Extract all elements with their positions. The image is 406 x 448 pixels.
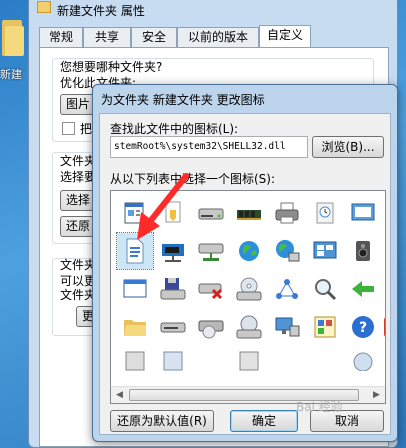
desktop-folder-icon[interactable] xyxy=(2,16,24,60)
optical-drive-icon[interactable] xyxy=(231,271,267,307)
tab-previous-versions[interactable]: 以前的版本 xyxy=(177,27,259,47)
speaker-icon[interactable] xyxy=(345,233,381,269)
row5-icon-4[interactable] xyxy=(345,347,381,371)
svg-text:?: ? xyxy=(359,320,367,336)
monitor-network-icon[interactable] xyxy=(269,309,305,345)
ok-button[interactable]: 确定 xyxy=(230,410,298,432)
network-icon[interactable] xyxy=(269,271,305,307)
icon-list-scrollbar[interactable]: ◀ ▶ xyxy=(111,386,385,403)
tab-sharing[interactable]: 共享 xyxy=(83,27,131,47)
folder-icon xyxy=(37,1,51,13)
globe-icon[interactable] xyxy=(231,233,267,269)
green-arrow-icon[interactable] xyxy=(345,271,381,307)
find-icons-label: 查找此文件中的图标(L): xyxy=(110,122,239,136)
desktop-folder-label: 新建 xyxy=(0,68,22,81)
dialog-title[interactable]: 为文件夹 新建文件夹 更改图标 xyxy=(101,91,265,108)
disc-drive-icon[interactable] xyxy=(231,309,267,345)
shortcut-arrow-icon[interactable] xyxy=(377,233,385,269)
row5-icon-2[interactable] xyxy=(155,347,191,371)
partial-icon-right-2[interactable] xyxy=(377,271,385,307)
drive-error-icon[interactable] xyxy=(193,271,229,307)
browse-button[interactable]: 浏览(B)... xyxy=(312,136,384,158)
application-window-icon[interactable] xyxy=(117,271,153,307)
section1-check-label: 把 xyxy=(80,122,93,136)
scroll-left-icon[interactable]: ◀ xyxy=(111,387,128,403)
watermark: Bai 经验 xyxy=(296,400,343,414)
window-app-icon[interactable] xyxy=(117,195,153,231)
dvd-drive-icon[interactable] xyxy=(193,309,229,345)
section1-title: 您想要哪种文件夹? xyxy=(60,60,163,74)
tab-customize[interactable]: 自定义 xyxy=(259,25,311,48)
power-icon[interactable] xyxy=(377,309,385,345)
tab-general[interactable]: 常规 xyxy=(39,27,83,47)
tab-security[interactable]: 安全 xyxy=(131,27,177,47)
computer-grid-icon[interactable] xyxy=(307,233,343,269)
section2-title: 文件夹 xyxy=(60,154,97,168)
document-shield-icon[interactable] xyxy=(155,195,191,231)
row5-icon-3[interactable] xyxy=(231,347,267,371)
properties-titlebar[interactable]: 新建文件夹 属性 xyxy=(29,0,397,19)
display-window-icon[interactable] xyxy=(345,195,381,231)
network-drive-icon[interactable] xyxy=(155,233,191,269)
floppy-drive-icon[interactable] xyxy=(155,271,191,307)
document-icon[interactable] xyxy=(116,232,154,270)
clock-icon[interactable] xyxy=(307,195,343,231)
help-icon[interactable]: ? xyxy=(345,309,381,345)
section3-sub2: 文件夹 xyxy=(60,288,97,302)
change-icon-dialog: 为文件夹 新建文件夹 更改图标 查找此文件中的图标(L): stemRoot%\… xyxy=(92,84,398,442)
magnifier-icon[interactable] xyxy=(307,271,343,307)
network-hard-drive-icon[interactable] xyxy=(193,233,229,269)
printer-icon[interactable] xyxy=(269,195,305,231)
memory-chip-icon[interactable] xyxy=(231,195,267,231)
icon-file-path-value: stemRoot%\system32\SHELL32.dll xyxy=(114,141,286,152)
icon-list[interactable]: ? ◀ ▶ xyxy=(110,190,386,404)
apply-subfolders-checkbox[interactable] xyxy=(62,122,75,135)
hard-drive-icon[interactable] xyxy=(193,195,229,231)
section3-title: 文件夹 xyxy=(60,258,97,272)
removable-drive-icon[interactable] xyxy=(155,309,191,345)
partial-icon-right[interactable] xyxy=(377,195,385,231)
properties-title: 新建文件夹 属性 xyxy=(57,4,145,18)
control-panel-icon[interactable] xyxy=(307,309,343,345)
network-globe-icon[interactable] xyxy=(269,233,305,269)
icon-list-label: 从以下列表中选择一个图标(S): xyxy=(110,172,276,186)
scroll-right-icon[interactable]: ▶ xyxy=(368,387,385,403)
icon-file-path-input[interactable]: stemRoot%\system32\SHELL32.dll xyxy=(110,136,308,158)
row5-icon-1[interactable] xyxy=(117,347,153,371)
dialog-body: 查找此文件中的图标(L): stemRoot%\system32\SHELL32… xyxy=(99,113,391,435)
section2-sub: 选择要 xyxy=(60,170,97,184)
folder-icon[interactable] xyxy=(117,309,153,345)
restore-defaults-button[interactable]: 还原为默认值(R) xyxy=(110,410,214,432)
